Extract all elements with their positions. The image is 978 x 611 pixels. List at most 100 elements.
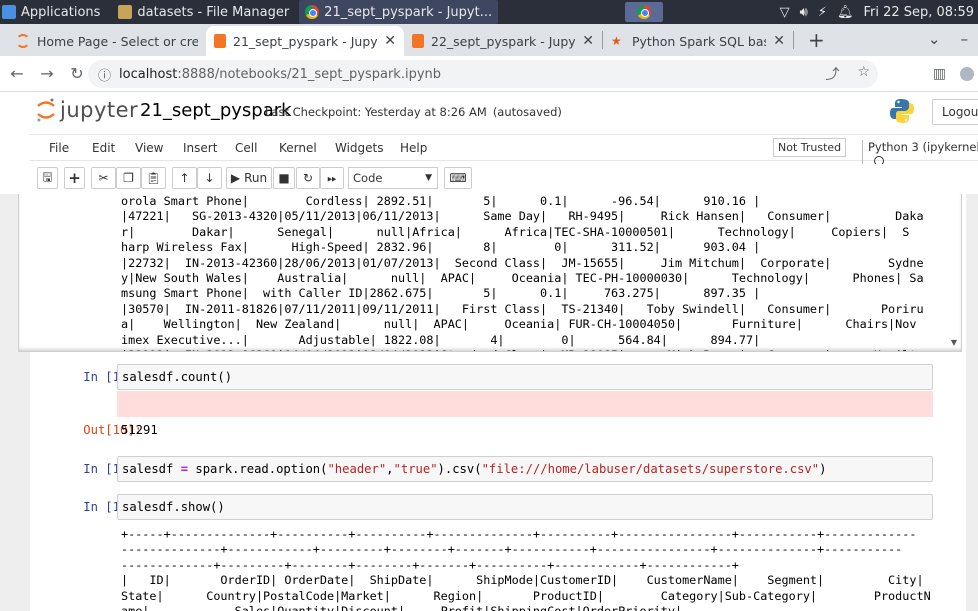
scroll-down-icon[interactable]: ▼ [951, 338, 957, 347]
notebook-favicon-icon [214, 34, 226, 48]
close-tab-icon[interactable]: ✕ [773, 33, 785, 49]
save-button[interactable]: 🖫︎ [37, 167, 58, 189]
tab-search-chevron-icon[interactable]: ⌄ [928, 30, 941, 48]
taskbar-item-label: datasets - File Manager [137, 4, 290, 20]
forward-icon[interactable]: → [34, 64, 60, 83]
menu-view[interactable]: View [135, 141, 163, 155]
restart-icon: ↻ [302, 171, 314, 185]
back-icon[interactable]: ← [4, 64, 30, 83]
browser-tab-spark-sql[interactable]: ★ Python Spark SQL basic ex ✕ [603, 26, 793, 56]
code-token-string: "true" [393, 462, 438, 476]
jupyter-header: jupyter 21_sept_pyspark Last Checkpoint:… [0, 93, 978, 131]
save-icon: 🖫︎ [42, 169, 53, 184]
move-down-button[interactable]: ↓ [197, 167, 222, 189]
notebook-menubar: File Edit View Insert Cell Kernel Widget… [30, 134, 978, 168]
site-info-icon[interactable]: ⓘ [98, 65, 111, 84]
new-tab-icon[interactable]: + [808, 28, 825, 52]
checkpoint-status: Last Checkpoint: Yesterday at 8:26 AM (au… [265, 105, 562, 119]
tab-label: Home Page - Select or crea [37, 33, 198, 49]
jupyter-logo-icon [37, 98, 55, 122]
insert-cell-button[interactable]: + [64, 167, 85, 189]
cell-10-output: 51291 [121, 423, 158, 437]
code-token: , [386, 462, 394, 476]
share-icon[interactable]: ⤴ [825, 64, 839, 84]
browser-tab-21-sept[interactable]: 21_sept_pyspark - Jupyter ✕ [206, 26, 404, 56]
cell-type-value: Code [353, 171, 383, 185]
copy-button[interactable]: ❐ [116, 167, 141, 189]
paste-button[interactable]: 📋︎ [141, 167, 166, 189]
jupyter-favicon-icon [16, 34, 30, 48]
scissors-icon: ✂ [98, 171, 109, 185]
arrow-up-icon: ↑ [179, 171, 190, 185]
cell-12-input[interactable]: salesdf.show() [117, 494, 933, 520]
profile-avatar[interactable] [960, 66, 974, 81]
browser-tab-home[interactable]: Home Page - Select or crea [8, 26, 206, 56]
previous-cell-output[interactable]: orola Smart Phone| Cordless| 2892.51| 5|… [18, 194, 962, 352]
code-token-operator: = [180, 462, 189, 476]
url-host: localhost [119, 66, 178, 82]
jupyter-logo-text: jupyter [60, 98, 139, 122]
workspace-chrome-button[interactable] [625, 2, 663, 22]
tab-separator [793, 31, 794, 49]
cut-button[interactable]: ✂ [91, 167, 116, 189]
chrome-icon [305, 5, 320, 19]
play-icon: ▶ [230, 171, 241, 185]
notebook-area: orola Smart Phone| Cordless| 2892.51| 5|… [0, 194, 978, 611]
cell-10-code: salesdf.count() [122, 370, 233, 384]
applications-menu[interactable]: Applications [0, 0, 106, 24]
close-tab-icon[interactable]: ✕ [582, 33, 594, 49]
notebook-toolbar: 🖫︎ + ✂ ❐ 📋︎ ↑ ↓ ▶ Run ■ ↻ ⏩︎ Code ▼ ⌨ [30, 164, 978, 192]
cell-10-stderr [117, 391, 933, 417]
taskbar-item-browser[interactable]: 21_sept_pyspark - Jupyt... [299, 0, 499, 24]
menu-kernel[interactable]: Kernel [279, 141, 317, 155]
address-bar[interactable]: ⓘ localhost:8888/notebooks/21_sept_pyspa… [88, 60, 878, 88]
code-token: spark.read.option( [188, 462, 328, 476]
browser-tab-22-sept[interactable]: 22_sept_pyspark - Jupyter ✕ [404, 26, 602, 56]
spark-favicon-icon: ★ [611, 34, 622, 48]
tab-label: 22_sept_pyspark - Jupyter [431, 33, 576, 49]
move-up-button[interactable]: ↑ [172, 167, 197, 189]
restart-run-all-button[interactable]: ⏩︎ [320, 167, 344, 189]
command-palette-button[interactable]: ⌨ [444, 167, 472, 189]
close-tab-icon[interactable]: ✕ [384, 33, 396, 49]
minimize-icon[interactable]: – [961, 30, 969, 48]
cell-11-input[interactable]: salesdf = spark.read.option("header","tr… [117, 456, 933, 482]
system-taskbar: Applications datasets - File Manager 21_… [0, 0, 978, 24]
power-icon[interactable]: ⚡ [818, 5, 827, 20]
menu-cell[interactable]: Cell [235, 141, 257, 155]
trust-indicator[interactable]: Not Trusted [773, 138, 847, 157]
stop-icon: ■ [278, 171, 290, 185]
cell-12-code: salesdf.show() [122, 500, 225, 514]
reload-icon[interactable]: ↻ [64, 64, 90, 83]
browser-toolbar: ← → ↻ ⓘ localhost:8888/notebooks/21_sept… [0, 56, 978, 92]
menu-help[interactable]: Help [400, 141, 427, 155]
run-button[interactable]: ▶ Run [226, 167, 272, 189]
browser-tab-strip: Home Page - Select or crea 21_sept_pyspa… [0, 24, 978, 56]
taskbar-item-file-manager[interactable]: datasets - File Manager [112, 0, 295, 24]
menu-widgets[interactable]: Widgets [335, 141, 384, 155]
wifi-icon[interactable]: ▽ [780, 5, 790, 20]
run-label: Run [244, 171, 268, 185]
menu-insert[interactable]: Insert [183, 141, 217, 155]
chrome-icon [637, 5, 651, 19]
jupyter-logo[interactable]: jupyter [36, 97, 138, 123]
bookmark-star-icon[interactable]: ☆ [857, 64, 870, 84]
side-panel-icon[interactable]: ▥ [933, 66, 946, 82]
menu-edit[interactable]: Edit [92, 141, 115, 155]
cell-type-select[interactable]: Code ▼ [348, 167, 438, 189]
code-token: ) [819, 462, 827, 476]
tab-label: 21_sept_pyspark - Jupyter [233, 33, 378, 49]
taskbar-item-label: 21_sept_pyspark - Jupyt... [324, 4, 493, 20]
interrupt-button[interactable]: ■ [273, 167, 295, 189]
notification-bell-icon[interactable]: 🔔︎ [837, 5, 854, 20]
kernel-name: Python 3 (ipykernel) [868, 140, 978, 154]
clock[interactable]: Fri 22 Sep, 08:59 [863, 5, 974, 20]
autosaved-text: (autosaved) [492, 105, 562, 119]
fast-forward-icon: ⏩︎ [327, 170, 337, 185]
restart-button[interactable]: ↻ [296, 167, 320, 189]
logout-button[interactable]: Logout [932, 99, 978, 125]
cell-10-input[interactable]: salesdf.count() [117, 364, 933, 390]
menu-file[interactable]: File [49, 141, 69, 155]
keyboard-icon: ⌨ [449, 171, 467, 185]
volume-icon[interactable]: 🔊︎ [800, 5, 808, 20]
